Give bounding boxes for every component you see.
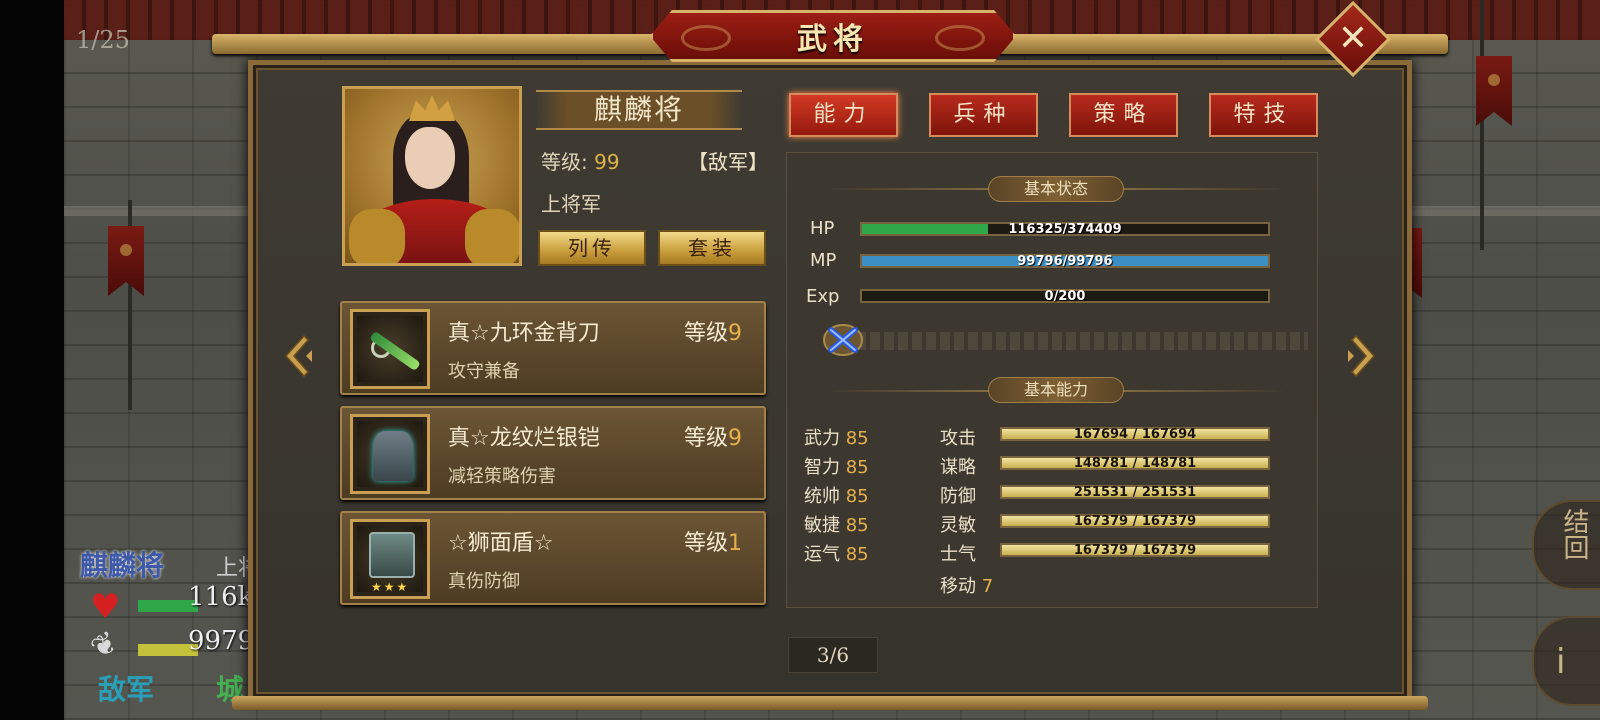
equipment-name: 真☆九环金背刀 <box>448 321 600 346</box>
title-ornament <box>935 25 985 51</box>
combat-stat-text: 167379 / 167379 <box>1073 514 1197 529</box>
mp-bar: 99796/99796 <box>860 254 1270 269</box>
equipment-item-weapon[interactable]: 真☆九环金背刀 等级9 攻守兼备 <box>340 301 766 395</box>
title-ornament <box>681 25 731 51</box>
equipment-level: 等级1 <box>683 531 742 556</box>
equipment-item-shield[interactable]: ★★★ ☆狮面盾☆ 等级1 真伤防御 <box>340 511 766 605</box>
combat-stat-label: 灵敏 <box>940 515 976 536</box>
attribute-row: 统帅 85 <box>804 482 869 508</box>
exp-label: Exp <box>806 286 840 307</box>
combat-stat-bar: 148781 / 148781 <box>1000 456 1270 471</box>
close-icon: ✕ <box>1337 18 1369 59</box>
move-label: 移动 <box>940 576 976 597</box>
equipment-set-button[interactable]: 套装 <box>658 230 766 266</box>
equipment-level: 等级9 <box>683 321 742 346</box>
general-name-banner: 麒麟将 <box>536 90 742 130</box>
attribute-row: 智力 85 <box>804 453 869 479</box>
combat-stat-text: 148781 / 148781 <box>1073 456 1197 471</box>
combat-stat-bar: 251531 / 251531 <box>1000 485 1270 500</box>
general-portrait <box>342 86 522 266</box>
tab-troop-type[interactable]: 兵种 <box>929 93 1038 137</box>
left-black-bar <box>0 0 64 720</box>
attribute-row: 敏捷 85 <box>804 511 869 537</box>
combat-stat-bar: 167694 / 167694 <box>1000 427 1270 442</box>
previous-general-arrow-icon[interactable] <box>282 334 316 378</box>
dialog-bottom-rail <box>232 696 1428 710</box>
heart-icon: ♥ <box>90 587 121 627</box>
attribute-value: 85 <box>845 457 869 478</box>
equipment-name: ☆狮面盾☆ <box>448 531 554 556</box>
dialog-title: 武将 <box>797 22 869 57</box>
unit-info-panel: 麒麟将 上将 ♥ 116k ❦ 9979 敌军 城 <box>66 540 266 710</box>
attribute-row: 运气 85 <box>804 540 869 566</box>
equipment-level: 等级9 <box>683 426 742 451</box>
combat-stat-label: 谋略 <box>940 457 976 478</box>
mp-label: MP <box>810 250 837 271</box>
equipment-item-armor[interactable]: 真☆龙纹烂银铠 等级9 减轻策略伤害 <box>340 406 766 500</box>
pagination-indicator: 3/6 <box>788 637 878 673</box>
equipment-desc: 真伤防御 <box>448 571 520 592</box>
basic-status-title: 基本状态 <box>988 176 1124 202</box>
move-value: 7 <box>981 576 994 597</box>
hp-label: HP <box>810 218 835 239</box>
rarity-stars: ★★★ <box>371 580 410 594</box>
skill-cross-icon[interactable] <box>822 322 864 358</box>
info-button[interactable]: i <box>1532 616 1600 706</box>
general-rank: 上将军 <box>541 192 601 216</box>
unit-name: 麒麟将 <box>80 549 165 582</box>
level-value: 99 <box>594 150 620 174</box>
equipment-name: 真☆龙纹烂银铠 <box>448 426 600 451</box>
tab-ability[interactable]: 能力 <box>789 93 898 137</box>
general-name: 麒麟将 <box>593 93 684 126</box>
combat-stat-text: 167694 / 167694 <box>1073 427 1197 442</box>
attribute-label: 统帅 <box>804 486 840 507</box>
equipment-desc: 减轻策略伤害 <box>448 466 556 487</box>
attribute-value: 85 <box>845 515 869 536</box>
combat-stat-text: 251531 / 251531 <box>1073 485 1197 500</box>
equipment-desc: 攻守兼备 <box>448 361 520 382</box>
exp-bar-text: 0/200 <box>1044 289 1086 304</box>
map-page-counter: 1/25 <box>76 26 130 54</box>
combat-stat-bar: 167379 / 167379 <box>1000 543 1270 558</box>
hp-bar-text: 116325/374409 <box>1008 222 1122 237</box>
general-faction: 【敌军】 <box>688 150 768 174</box>
armor-icon <box>350 414 430 494</box>
combat-stat-text: 167379 / 167379 <box>1073 543 1197 558</box>
combat-stat-label: 防御 <box>940 486 976 507</box>
next-general-arrow-icon[interactable] <box>1344 334 1378 378</box>
flag-pole <box>1480 0 1484 250</box>
feather-icon: ❦ <box>84 624 125 667</box>
attribute-value: 85 <box>845 428 869 449</box>
dialog-title-plate: 武将 <box>650 10 1016 62</box>
end-turn-button[interactable]: 结回 <box>1532 500 1600 590</box>
skill-slot-row <box>828 332 1308 350</box>
combat-stat-label: 攻击 <box>940 428 976 449</box>
tab-strategy[interactable]: 策略 <box>1069 93 1178 137</box>
level-label: 等级: <box>541 150 588 174</box>
sword-icon <box>350 309 430 389</box>
general-level: 等级: 99 <box>541 146 620 175</box>
shield-icon: ★★★ <box>350 519 430 599</box>
attribute-label: 敏捷 <box>804 515 840 536</box>
biography-button[interactable]: 列传 <box>538 230 646 266</box>
attribute-row: 武力 85 <box>804 424 869 450</box>
mp-bar-text: 99796/99796 <box>1017 254 1113 269</box>
basic-ability-title: 基本能力 <box>988 377 1124 403</box>
attribute-label: 运气 <box>804 544 840 565</box>
unit-mp-text: 9979 <box>188 626 255 656</box>
combat-stat-label: 士气 <box>940 544 976 565</box>
tab-special-skill[interactable]: 特技 <box>1209 93 1318 137</box>
enemy-flag <box>108 226 144 296</box>
hp-bar: 116325/374409 <box>860 222 1270 237</box>
exp-bar: 0/200 <box>860 289 1270 304</box>
attribute-value: 85 <box>845 544 869 565</box>
combat-stat-bar: 167379 / 167379 <box>1000 514 1270 529</box>
attribute-label: 智力 <box>804 457 840 478</box>
enemy-flag <box>1476 56 1512 126</box>
attribute-label: 武力 <box>804 428 840 449</box>
move-stat: 移动 7 <box>940 572 993 598</box>
unit-hp-text: 116k <box>188 582 254 612</box>
attribute-value: 85 <box>845 486 869 507</box>
unit-faction: 敌军 <box>98 673 155 706</box>
